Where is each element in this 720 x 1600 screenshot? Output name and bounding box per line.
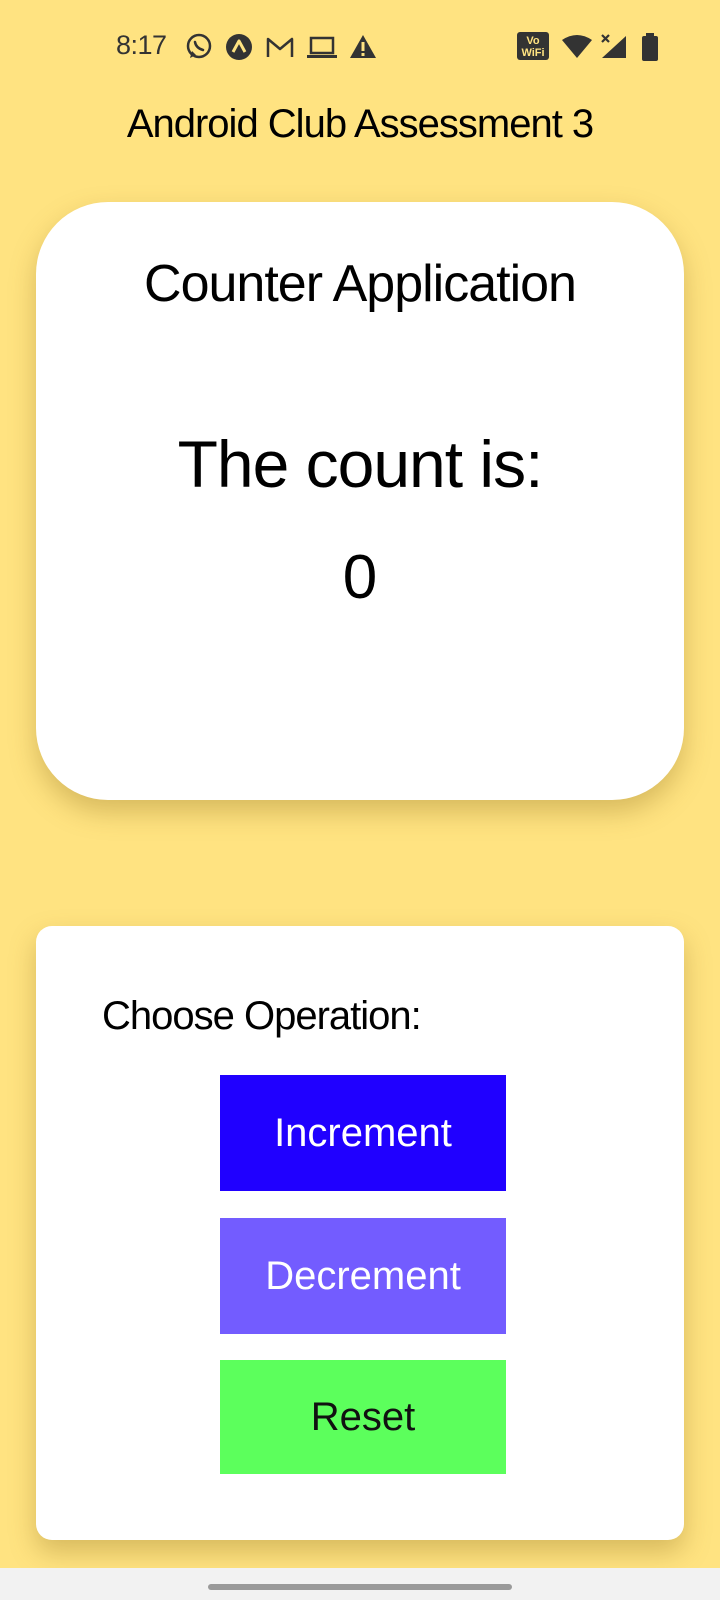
- count-label: The count is:: [177, 427, 544, 501]
- wifi-icon: [560, 32, 594, 67]
- battery-icon: [640, 32, 660, 67]
- svg-text:WiFi: WiFi: [521, 47, 544, 59]
- vowifi-icon: Vo WiFi: [516, 31, 550, 66]
- gesture-handle[interactable]: [208, 1584, 512, 1590]
- gmail-icon: [264, 32, 296, 67]
- app-title: Android Club Assessment 3: [126, 102, 594, 146]
- increment-button[interactable]: Increment: [220, 1075, 506, 1191]
- status-time: 8:17: [116, 30, 167, 60]
- reset-button[interactable]: Reset: [220, 1360, 506, 1474]
- operations-card: Choose Operation: Increment Decrement Re…: [36, 926, 684, 1540]
- cell-signal-icon: [598, 32, 632, 67]
- counter-card: Counter Application The count is: 0: [36, 202, 684, 800]
- status-bar: 8:17 Vo WiFi: [0, 0, 720, 96]
- laptop-icon: [306, 32, 338, 67]
- decrement-button[interactable]: Decrement: [220, 1218, 506, 1334]
- svg-text:Vo: Vo: [526, 35, 540, 47]
- app-icon: [224, 32, 254, 67]
- warning-icon: [348, 32, 378, 67]
- whatsapp-icon: [184, 32, 214, 67]
- count-value: 0: [342, 543, 378, 612]
- counter-card-title: Counter Application: [144, 255, 577, 313]
- choose-operation-label: Choose Operation:: [102, 994, 422, 1038]
- navigation-bar: [0, 1568, 720, 1600]
